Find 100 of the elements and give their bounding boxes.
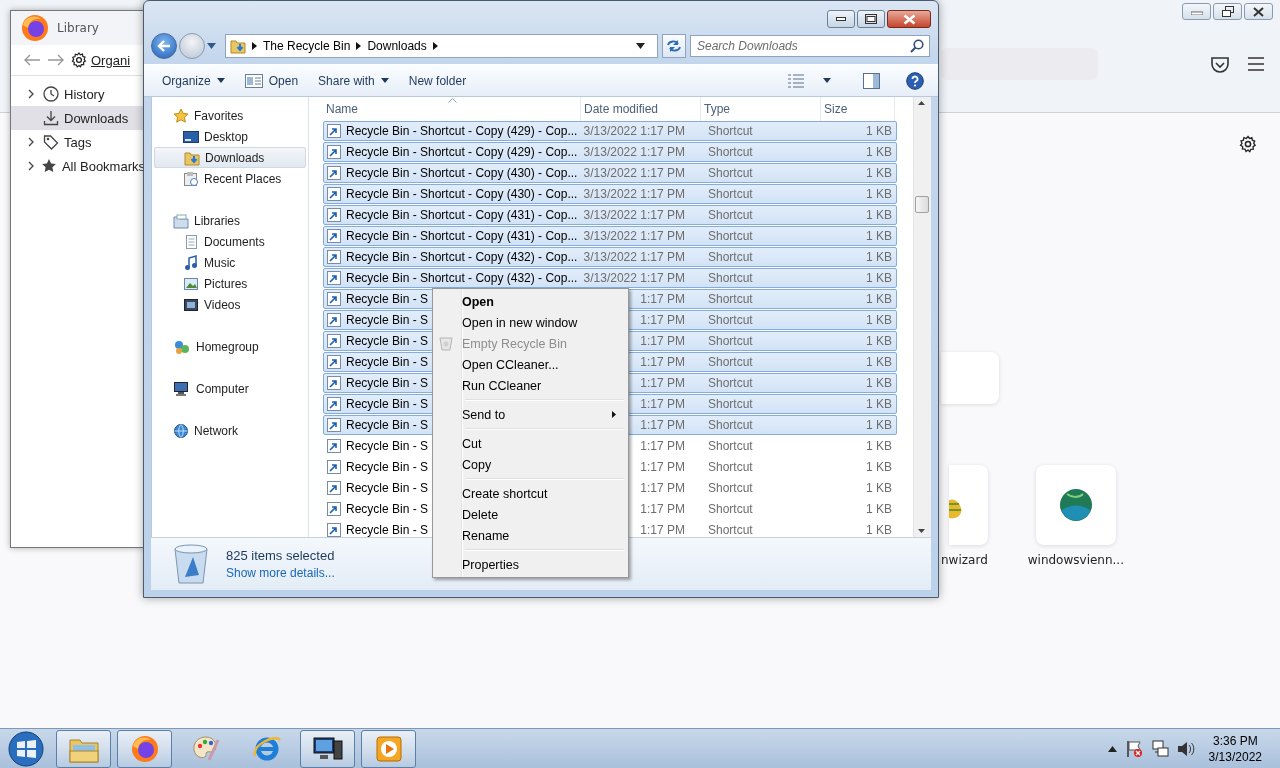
file-date: 3/13/2022 1:17 PM <box>583 250 685 264</box>
file-size: 1 KB <box>866 439 892 453</box>
file-type: Shortcut <box>708 313 753 327</box>
file-date: 1:17 PM <box>640 292 685 306</box>
file-date: 1:17 PM <box>640 418 685 432</box>
file-name: Recycle Bin - Shortcut - Copy (432) - Cop... <box>346 271 578 285</box>
file-name: Recycle Bin - Shortcut - Copy (430) - Cop... <box>346 187 578 201</box>
file-type: Shortcut <box>708 502 753 516</box>
tile-label: windowsvienn... <box>1027 553 1124 567</box>
item-label: History <box>64 86 105 102</box>
file-type: Shortcut <box>708 250 753 264</box>
file-size: 1 KB <box>866 334 892 348</box>
selection-summary: 825 items selected <box>226 548 335 563</box>
file-name: Recycle Bin - S <box>346 502 429 516</box>
file-size: 1 KB <box>866 292 892 306</box>
file-type: Shortcut <box>708 439 753 453</box>
nav-label: Desktop <box>204 129 249 144</box>
file-type: Shortcut <box>708 523 753 537</box>
file-size: 1 KB <box>866 271 892 285</box>
file-name: Recycle Bin - Shortcut - Copy (429) - Cop... <box>346 124 578 138</box>
file-name: Recycle Bin - Shortcut - Copy (429) - Cop... <box>346 145 578 159</box>
file-size: 1 KB <box>866 355 892 369</box>
file-size: 1 KB <box>866 145 892 159</box>
file-size: 1 KB <box>866 250 892 264</box>
file-date: 3/13/2022 1:17 PM <box>583 271 685 285</box>
nav-label: Network <box>194 423 238 438</box>
file-type: Shortcut <box>708 187 753 201</box>
nav-label: Favorites <box>194 108 244 123</box>
file-size: 1 KB <box>866 208 892 222</box>
file-type: Shortcut <box>708 292 753 306</box>
file-name: Recycle Bin - Shortcut - Copy (430) - Cop... <box>346 166 578 180</box>
file-date: 3/13/2022 1:17 PM <box>583 124 685 138</box>
file-type: Shortcut <box>708 145 753 159</box>
file-date: 1:17 PM <box>640 334 685 348</box>
file-type: Shortcut <box>708 271 753 285</box>
file-type: Shortcut <box>708 208 753 222</box>
file-size: 1 KB <box>866 481 892 495</box>
file-type: Shortcut <box>708 355 753 369</box>
file-date: 3/13/2022 1:17 PM <box>583 229 685 243</box>
nav-label: Pictures <box>204 276 248 291</box>
file-size: 1 KB <box>866 229 892 243</box>
clock-date: 3/13/2022 <box>1208 749 1262 764</box>
file-date: 1:17 PM <box>640 376 685 390</box>
file-size: 1 KB <box>866 124 892 138</box>
nav-label: Libraries <box>194 213 241 228</box>
file-size: 1 KB <box>866 397 892 411</box>
item-label: All Bookmarks <box>61 158 145 174</box>
file-size: 1 KB <box>866 523 892 537</box>
file-date: 3/13/2022 1:17 PM <box>583 208 685 222</box>
item-label: Downloads <box>64 110 129 126</box>
nav-label: Homegroup <box>196 339 259 354</box>
file-date: 1:17 PM <box>640 502 685 516</box>
file-date: 1:17 PM <box>640 460 685 474</box>
file-date: 1:17 PM <box>640 523 685 537</box>
file-type: Shortcut <box>708 166 753 180</box>
file-type: Shortcut <box>708 460 753 474</box>
file-date: 3/13/2022 1:17 PM <box>583 145 685 159</box>
file-name: Recycle Bin - S <box>346 355 429 369</box>
item-label: Tags <box>64 134 92 150</box>
file-date: 1:17 PM <box>640 355 685 369</box>
file-date: 1:17 PM <box>640 397 685 411</box>
file-date: 1:17 PM <box>640 481 685 495</box>
file-name: Recycle Bin - S <box>346 460 429 474</box>
file-type: Shortcut <box>708 397 753 411</box>
file-name: Recycle Bin - S <box>346 418 429 432</box>
window-title: Library <box>57 21 99 35</box>
file-date: 3/13/2022 1:17 PM <box>583 187 685 201</box>
file-type: Shortcut <box>708 376 753 390</box>
file-name: Recycle Bin - S <box>346 376 429 390</box>
nav-label: Videos <box>204 297 241 312</box>
file-date: 1:17 PM <box>640 439 685 453</box>
file-name: Recycle Bin - S <box>346 334 429 348</box>
file-size: 1 KB <box>866 502 892 516</box>
file-date: 3/13/2022 1:17 PM <box>583 166 685 180</box>
nav-label: Computer <box>196 381 249 396</box>
nav-label: Music <box>204 255 236 270</box>
nav-label: Documents <box>204 234 265 249</box>
nav-label: Downloads <box>205 150 265 165</box>
tile-label: nwizard <box>941 553 988 567</box>
file-type: Shortcut <box>708 124 753 138</box>
file-name: Recycle Bin - S <box>346 481 429 495</box>
file-type: Shortcut <box>708 481 753 495</box>
file-size: 1 KB <box>866 376 892 390</box>
file-name: Recycle Bin - S <box>346 439 429 453</box>
file-size: 1 KB <box>866 313 892 327</box>
file-date: 1:17 PM <box>640 313 685 327</box>
file-name: Recycle Bin - S <box>346 523 429 537</box>
file-type: Shortcut <box>708 229 753 243</box>
file-name: Recycle Bin - S <box>346 397 429 411</box>
file-name: Recycle Bin - S <box>346 292 429 306</box>
file-name: Recycle Bin - Shortcut - Copy (431) - Cop... <box>346 229 578 243</box>
file-name: Recycle Bin - S <box>346 313 429 327</box>
file-size: 1 KB <box>866 166 892 180</box>
file-size: 1 KB <box>866 418 892 432</box>
nav-label: Recent Places <box>204 171 282 186</box>
file-name: Recycle Bin - Shortcut - Copy (432) - Cop... <box>346 250 578 264</box>
file-name: Recycle Bin - Shortcut - Copy (431) - Cop... <box>346 208 578 222</box>
file-size: 1 KB <box>866 187 892 201</box>
file-type: Shortcut <box>708 418 753 432</box>
file-type: Shortcut <box>708 334 753 348</box>
